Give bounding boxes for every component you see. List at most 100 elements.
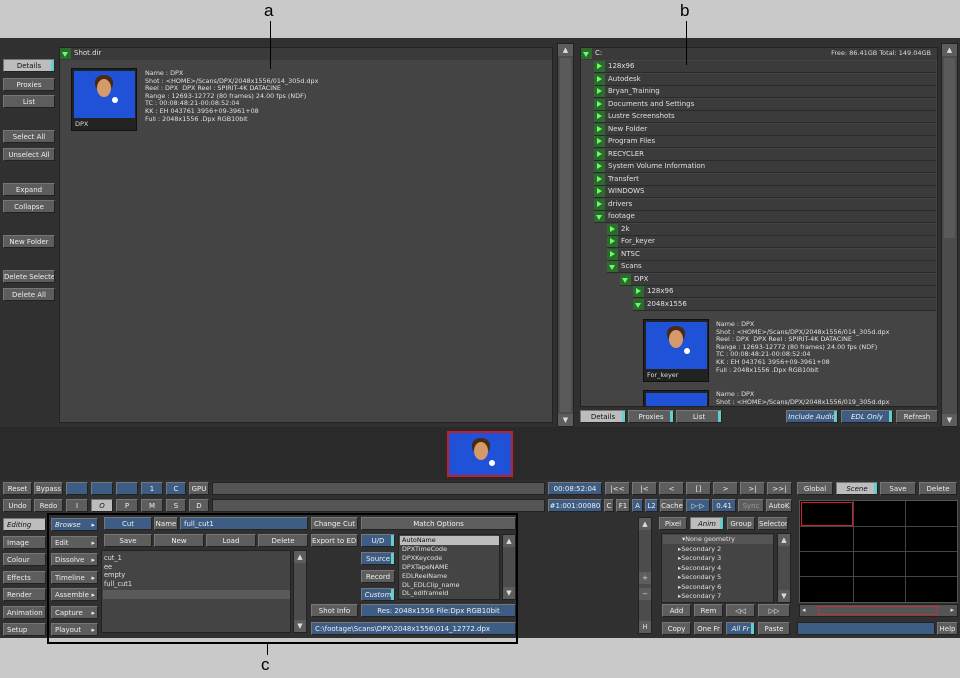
collapse-triangle-icon[interactable] [620,273,631,285]
folder-ntsc[interactable]: NTSC [607,248,936,261]
s-button[interactable]: S [166,499,186,512]
folder-recycler[interactable]: RECYCLER [594,148,936,161]
timeline-bar-2[interactable] [212,499,545,512]
f1-button[interactable]: F1 [616,499,630,512]
folder-128x96[interactable]: 128x96 [633,286,936,298]
add-button[interactable]: Add [662,604,691,617]
slider-track[interactable] [818,606,938,615]
folder-drivers[interactable]: drivers [594,198,936,211]
scroll-up-icon[interactable]: ▲ [778,534,790,546]
play-mode-button[interactable]: ▷·▷ [686,499,710,512]
drive-expand-icon[interactable] [581,48,592,59]
folder-2048x1556[interactable]: 2048x1556 [633,298,936,311]
group-button[interactable]: Group [727,517,755,530]
for-keyer-thumbnail[interactable]: For_keyer [643,319,709,382]
collapse-button[interactable]: Collapse [3,200,55,213]
menu-editing[interactable]: Editing [3,518,46,531]
global-button[interactable]: Global [797,482,833,495]
geometry-item[interactable]: ▾None geometry [682,535,735,543]
expand-triangle-icon[interactable] [594,136,605,147]
folder-transfert[interactable]: Transfert [594,173,936,186]
slot-2[interactable] [91,482,113,495]
c-button[interactable]: C [166,482,186,495]
expand-triangle-icon[interactable] [607,236,618,247]
folder-new-folder[interactable]: New Folder [594,123,936,136]
copy-button[interactable]: Copy [662,622,691,635]
expand-triangle-icon[interactable] [594,173,605,185]
bypass-button[interactable]: Bypass [34,482,63,495]
gpu-button[interactable]: GPU [189,482,209,495]
geometry-item[interactable]: ▸Secondary 7 [678,592,721,600]
edl-only-toggle[interactable]: EDL Only [841,410,893,423]
menu-animation[interactable]: Animation [3,605,46,619]
geometry-tree[interactable]: ▾None geometry ▸Secondary 2 ▸Secondary 3 ▸S… [661,533,774,603]
expand-triangle-icon[interactable] [607,223,618,235]
slider-right-icon[interactable]: ▸ [950,606,954,614]
menu-colour[interactable]: Colour [3,553,46,566]
geometry-item[interactable]: ▸Secondary 2 [678,545,721,553]
scroll-up-icon[interactable]: ▲ [942,44,957,56]
one-fr-button[interactable]: One Fr [694,622,723,635]
sync-button[interactable]: Sync [738,499,764,512]
m-button[interactable]: M [141,499,163,512]
expand-triangle-icon[interactable] [607,248,618,260]
autok-button[interactable]: AutoK [766,499,792,512]
collapse-triangle-icon[interactable] [594,211,605,222]
delete-all-button[interactable]: Delete All [3,288,55,301]
scroll-up-icon[interactable]: ▲ [639,518,651,530]
folder-footage[interactable]: footage [594,211,936,223]
viewport-slider[interactable]: ◂ ▸ [799,604,958,617]
selector-button[interactable]: Selector [758,517,788,530]
expand-triangle-icon[interactable] [594,198,605,210]
transport-control-icon-1[interactable]: |< [632,482,657,495]
geometry-item[interactable]: ▸Secondary 5 [678,573,721,581]
reset-button[interactable]: Reset [3,482,32,495]
paste-button[interactable]: Paste [758,622,790,635]
folder-system-volume-information[interactable]: System Volume Information [594,161,936,173]
all-fr-button[interactable]: All Fr [726,622,755,635]
anim-button[interactable]: Anim [690,517,724,530]
unselect-all-button[interactable]: Unselect All [3,148,55,161]
save-scene-button[interactable]: Save [880,482,916,495]
geometry-item[interactable]: ▸Secondary 3 [678,554,721,562]
folder-for-keyer[interactable]: For_keyer [607,236,936,248]
delete-selected-button[interactable]: Delete Selected [3,270,55,283]
next-key-icon[interactable]: ▷▷ [758,604,790,617]
transport-control-icon-5[interactable]: >| [740,482,765,495]
slot-1[interactable] [66,482,88,495]
undo-button[interactable]: Undo [3,499,32,512]
tree-scrollbar[interactable]: ▲ ▼ [941,43,958,427]
shot-thumbnail[interactable]: DPX [71,68,137,131]
expand-triangle-icon[interactable] [594,186,605,197]
prev-key-icon[interactable]: ◁◁ [726,604,755,617]
h-icon[interactable]: H [639,621,651,633]
collapse-triangle-icon[interactable] [60,48,71,59]
second-thumbnail[interactable] [643,390,709,406]
include-audio-toggle[interactable]: Include Audio [786,410,838,423]
menu-setup[interactable]: Setup [3,623,46,636]
pixel-button[interactable]: Pixel [659,517,687,530]
transport-control-icon-4[interactable]: > [713,482,738,495]
tree-details-tab[interactable]: Details [580,410,626,423]
expand-triangle-icon[interactable] [594,148,605,160]
transport-control-icon-3[interactable]: [] [686,482,711,495]
expand-triangle-icon[interactable] [594,161,605,172]
folder-lustre-screenshots[interactable]: Lustre Screenshots [594,111,936,123]
details-button[interactable]: Details [3,59,55,72]
slot-3[interactable] [116,482,138,495]
proxies-button[interactable]: Proxies [3,78,55,91]
folder-dpx[interactable]: DPX [620,273,936,286]
i-button[interactable]: I [66,499,88,512]
expand-triangle-icon[interactable] [594,73,605,85]
transport-control-icon-0[interactable]: |<< [605,482,630,495]
geometry-side-strip[interactable]: ▲ + − H [638,517,652,634]
tree-list-tab[interactable]: List [676,410,722,423]
expand-triangle-icon[interactable] [594,86,605,97]
expand-button[interactable]: Expand [3,183,55,196]
selected-cell[interactable] [801,502,853,526]
folder-autodesk[interactable]: Autodesk [594,73,936,86]
timeline-bar[interactable] [212,482,545,495]
cache-button[interactable]: Cache [660,499,684,512]
help-button[interactable]: Help [937,622,958,635]
expand-triangle-icon[interactable] [594,123,605,135]
